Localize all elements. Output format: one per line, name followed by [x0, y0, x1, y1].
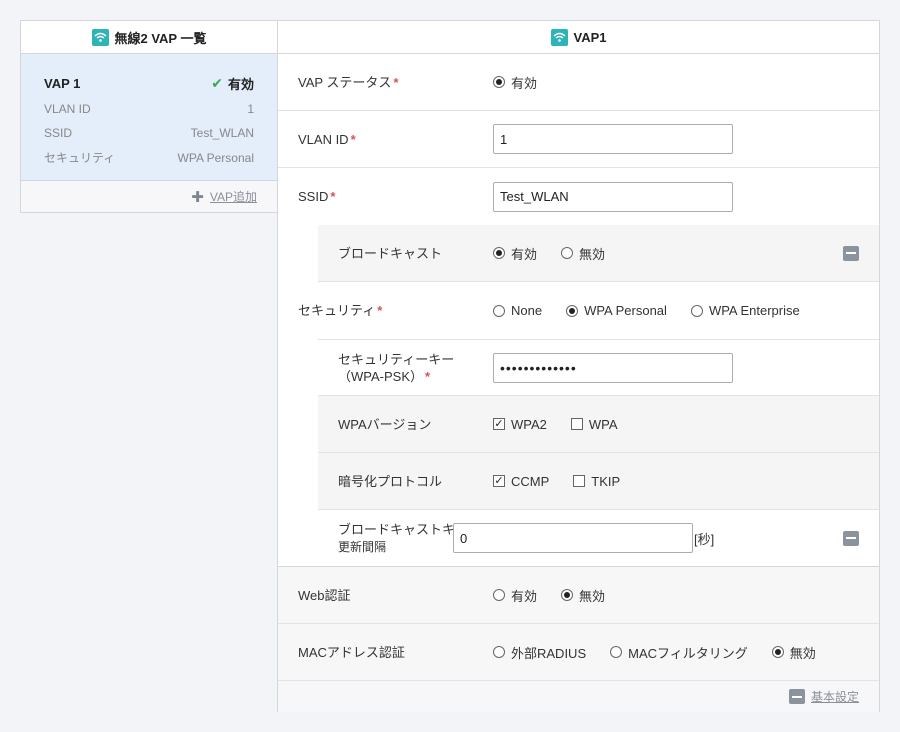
- cipher-label: 暗号化プロトコル: [338, 473, 443, 489]
- wpa-version-label: WPAバージョン: [338, 416, 432, 432]
- security-wpa-enterprise-radio[interactable]: WPA Enterprise: [690, 303, 800, 318]
- vap-card-status: ✔ 有効: [211, 74, 254, 93]
- wpa-version-row: WPAバージョン ✓ WPA2 WPA: [318, 396, 879, 453]
- vap-list-header: 無線2 VAP 一覧: [21, 21, 277, 54]
- cipher-control: ✓ CCMP TKIP: [493, 474, 644, 489]
- vap-status-control: 有効: [493, 73, 561, 92]
- security-key-control: [493, 352, 733, 383]
- add-vap-row: ✚ VAP追加: [21, 181, 277, 212]
- vlan-id-row: VLAN ID *: [278, 111, 879, 168]
- tkip-checkbox[interactable]: TKIP: [573, 474, 620, 489]
- basic-settings-link[interactable]: 基本設定: [811, 688, 859, 705]
- minus-icon[interactable]: [788, 689, 805, 704]
- vlan-id-input[interactable]: [493, 124, 733, 154]
- bcast-key-label: ブロードキャストキー 更新間隔: [338, 521, 469, 554]
- wpa-checkbox[interactable]: WPA: [570, 417, 618, 432]
- vap-card-key: VLAN ID: [44, 101, 91, 116]
- wpa-version-control: ✓ WPA2 WPA: [493, 417, 642, 432]
- ssid-row: SSID *: [278, 168, 879, 225]
- bcast-key-row: ブロードキャストキー更新間隔 [秒]: [278, 510, 879, 567]
- vap-card-header: VAP 1 ✔ 有効: [44, 71, 254, 96]
- vlan-id-label: VLAN ID *: [298, 131, 356, 147]
- check-icon: ✔: [211, 74, 223, 91]
- settings-footer: 基本設定: [278, 681, 879, 712]
- mac-auth-control: 外部RADIUS MACフィルタリング 無効: [493, 643, 840, 662]
- vlan-id-control: [493, 124, 733, 154]
- ccmp-checkbox[interactable]: ✓ CCMP: [493, 474, 549, 489]
- vap-status-label: VAP ステータス *: [298, 74, 399, 90]
- vap-settings-header: VAP1: [278, 21, 879, 54]
- vap-card-name: VAP 1: [44, 75, 81, 91]
- vap-card-key: セキュリティ: [44, 151, 116, 166]
- security-row: セキュリティ * None WPA Personal WPA Enterprise: [278, 282, 879, 339]
- vap-card-value: 1: [247, 101, 254, 116]
- vap-list-title: 無線2 VAP 一覧: [114, 30, 207, 46]
- add-vap-link[interactable]: VAP追加: [210, 188, 257, 205]
- broadcast-control: 有効 無効: [493, 244, 629, 263]
- vap-card-row: SSID Test_WLAN: [44, 121, 254, 146]
- wpa2-checkbox[interactable]: ✓ WPA2: [493, 417, 547, 432]
- vap-card-row: VLAN ID 1: [44, 97, 254, 122]
- broadcast-row: ブロードキャスト 有効 無効: [318, 225, 879, 282]
- broadcast-disabled-radio[interactable]: 無効: [561, 244, 605, 263]
- vap-list-panel: 無線2 VAP 一覧 VAP 1 ✔ 有効 VLAN ID 1 SSID Tes…: [20, 20, 278, 213]
- collapse-icon[interactable]: [843, 245, 859, 261]
- vap-settings-panel: VAP1 VAP ステータス* 有効 VLAN ID* SSID* ブロードキャ…: [277, 20, 880, 712]
- broadcast-enabled-radio[interactable]: 有効: [493, 244, 537, 263]
- mac-auth-filter-radio[interactable]: MACフィルタリング: [610, 643, 748, 662]
- web-auth-row: Web認証 有効 無効: [278, 567, 879, 624]
- vap-status-enabled-radio[interactable]: 有効: [493, 73, 537, 92]
- wifi-icon: [91, 28, 109, 46]
- security-label: セキュリティ *: [298, 303, 383, 318]
- vap-card-row: セキュリティ WPA Personal: [44, 146, 254, 171]
- vap-settings-title: VAP1: [573, 29, 607, 45]
- security-key-input[interactable]: [493, 352, 733, 383]
- plus-icon[interactable]: ✚: [191, 188, 204, 206]
- web-auth-disabled-radio[interactable]: 無効: [561, 586, 605, 605]
- vap-card[interactable]: VAP 1 ✔ 有効 VLAN ID 1 SSID Test_WLAN セキュリ…: [21, 54, 277, 181]
- security-key-label: セキュリティーキー （WPA-PSK） *: [338, 351, 455, 384]
- security-wpa-personal-radio[interactable]: WPA Personal: [566, 303, 667, 318]
- broadcast-label: ブロードキャスト: [338, 245, 443, 261]
- bcast-key-unit: [秒]: [694, 531, 715, 547]
- collapse-icon[interactable]: [843, 530, 859, 546]
- security-none-radio[interactable]: None: [493, 303, 542, 318]
- mac-auth-label: MACアドレス認証: [298, 644, 405, 660]
- ssid-control: [493, 181, 733, 212]
- web-auth-label: Web認証: [298, 587, 351, 603]
- ssid-label: SSID *: [298, 189, 336, 204]
- vap-card-key: SSID: [44, 126, 73, 141]
- vap-card-value: WPA Personal: [177, 150, 254, 165]
- bcast-key-input[interactable]: [453, 523, 693, 553]
- ssid-input[interactable]: [493, 181, 733, 212]
- mac-auth-row: MACアドレス認証 外部RADIUS MACフィルタリング 無効: [278, 624, 879, 681]
- cipher-row: 暗号化プロトコル ✓ CCMP TKIP: [318, 453, 879, 510]
- wifi-icon: [550, 28, 568, 46]
- vap-card-status-label: 有効: [227, 76, 254, 92]
- web-auth-control: 有効 無効: [493, 586, 629, 605]
- bcast-key-control: [秒]: [453, 523, 714, 553]
- mac-auth-radius-radio[interactable]: 外部RADIUS: [493, 643, 586, 662]
- mac-auth-disabled-radio[interactable]: 無効: [771, 643, 816, 662]
- security-key-row: セキュリティーキー （WPA-PSK） *: [318, 339, 879, 396]
- vap-card-value: Test_WLAN: [190, 126, 254, 141]
- vap-status-row: VAP ステータス * 有効: [278, 54, 879, 111]
- web-auth-enabled-radio[interactable]: 有効: [493, 586, 537, 605]
- security-control: None WPA Personal WPA Enterprise: [493, 303, 824, 318]
